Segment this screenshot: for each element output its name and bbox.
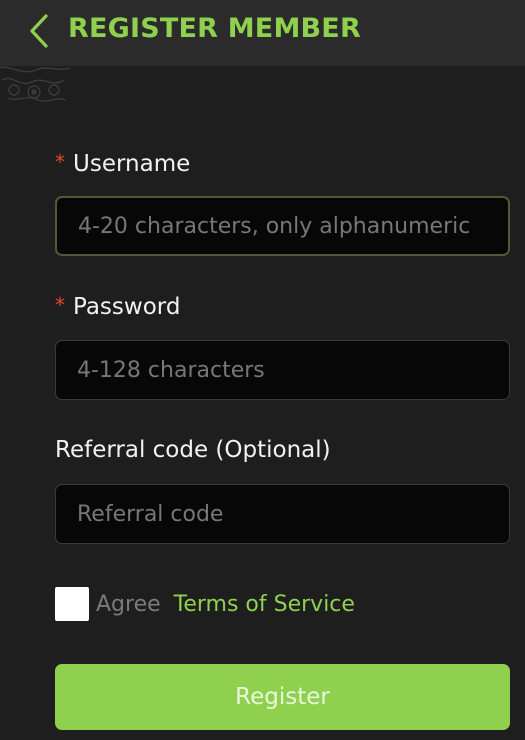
password-label-text: Password xyxy=(73,294,181,320)
required-mark: * xyxy=(55,150,65,174)
username-label-text: Username xyxy=(73,151,191,177)
password-input[interactable] xyxy=(56,341,509,399)
agree-text: Agree xyxy=(96,591,161,617)
register-button[interactable]: Register xyxy=(55,664,510,730)
referral-label: Referral code (Optional) xyxy=(55,437,331,463)
username-field xyxy=(55,196,510,256)
password-field xyxy=(55,340,510,400)
agree-checkbox[interactable] xyxy=(55,587,89,621)
terms-of-service-link[interactable]: Terms of Service xyxy=(174,592,355,617)
agree-row: Agree Terms of Service xyxy=(55,586,355,622)
required-mark: * xyxy=(55,293,65,317)
chevron-left-icon xyxy=(30,14,48,48)
referral-field xyxy=(55,484,510,544)
username-label: * Username xyxy=(55,147,190,179)
page-title: REGISTER MEMBER xyxy=(68,13,361,44)
password-label: * Password xyxy=(55,290,180,322)
top-bar: REGISTER MEMBER xyxy=(0,0,525,66)
register-screen: REGISTER MEMBER * Username * Password Refe… xyxy=(0,0,525,740)
referral-input[interactable] xyxy=(56,485,509,543)
ornament-decoration xyxy=(0,66,71,102)
register-button-label: Register xyxy=(235,684,330,710)
back-button[interactable] xyxy=(16,8,62,54)
username-input[interactable] xyxy=(57,198,508,254)
